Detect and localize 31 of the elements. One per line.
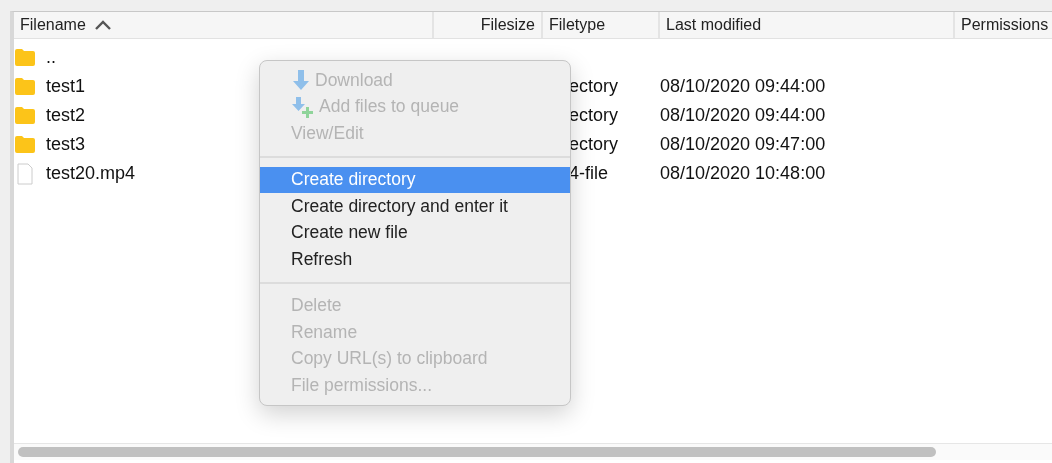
folder-icon [14,106,36,125]
horizontal-scrollbar[interactable] [14,443,1052,460]
sort-caret-icon [93,19,112,31]
modified-date: 08/10/2020 09:44:00 [659,105,827,126]
folder-icon [14,135,36,154]
file-icon [14,162,36,185]
file-type: ectory [568,76,620,97]
file-type: 4-file [568,163,609,184]
file-name: test3 [46,134,86,155]
menu-item[interactable]: Create directory and enter it [260,193,570,220]
download-plus-icon [291,95,315,118]
menu-item[interactable]: Create new file [260,219,570,246]
file-name: test1 [46,76,86,97]
menu-item[interactable]: Refresh [260,246,570,273]
column-header[interactable]: Last modified [658,12,953,38]
file-name: .. [46,47,56,68]
folder-icon [14,48,36,67]
column-header[interactable]: Permissions [953,12,1052,38]
file-name: test20.mp4 [46,163,136,184]
column-header[interactable]: Filename [14,12,432,38]
file-type: ectory [568,105,620,126]
column-header[interactable]: Filesize [432,12,541,38]
modified-date: 08/10/2020 10:48:00 [659,163,827,184]
modified-date: 08/10/2020 09:44:00 [659,76,827,97]
modified-date: 08/10/2020 09:47:00 [659,134,827,155]
folder-icon [14,77,36,96]
scrollbar-thumb[interactable] [18,447,936,457]
column-header[interactable]: Filetype [541,12,658,38]
file-type: ectory [568,134,620,155]
download-arrow-icon [291,69,311,92]
file-name: test2 [46,105,86,126]
